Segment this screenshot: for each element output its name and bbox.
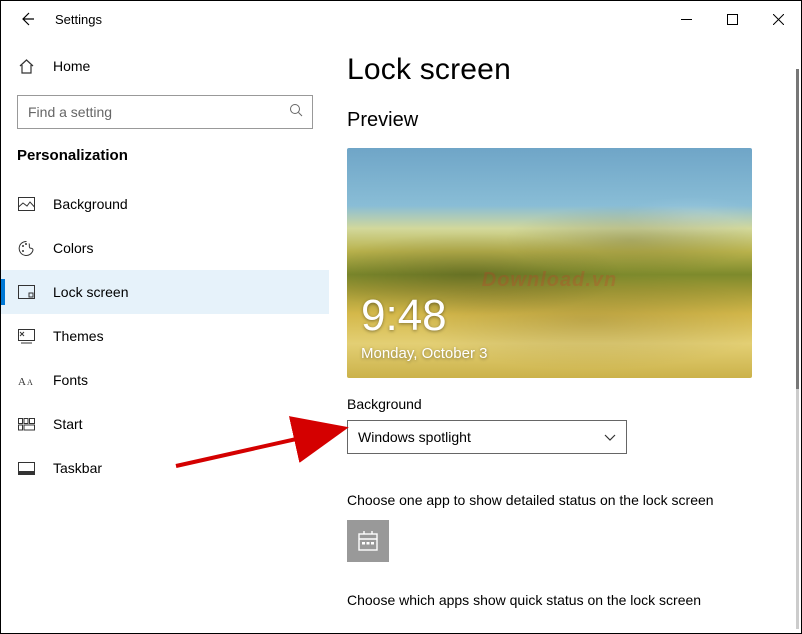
background-dropdown[interactable]: Windows spotlight: [347, 420, 627, 454]
window-controls: [663, 3, 801, 35]
content-pane: Lock screen Preview 9:48 Download.vn Mon…: [329, 37, 801, 633]
themes-icon: [17, 327, 35, 345]
picture-icon: [17, 195, 35, 213]
sidebar-item-lockscreen[interactable]: Lock screen: [1, 270, 329, 314]
minimize-icon: [681, 14, 692, 25]
close-icon: [773, 14, 784, 25]
sidebar-item-label: Lock screen: [53, 284, 128, 300]
background-label: Background: [347, 396, 779, 412]
sidebar-item-fonts[interactable]: AA Fonts: [1, 358, 329, 402]
arrow-left-icon: [19, 11, 35, 27]
start-icon: [17, 415, 35, 433]
sidebar-item-start[interactable]: Start: [1, 402, 329, 446]
preview-date: Monday, October 3: [361, 345, 487, 362]
preview-time: 9:48: [361, 294, 447, 338]
chevron-down-icon: [604, 429, 616, 445]
svg-text:A: A: [27, 378, 33, 387]
preview-heading: Preview: [347, 109, 779, 132]
sidebar-item-label: Colors: [53, 240, 93, 256]
titlebar: Settings: [1, 1, 801, 37]
sidebar: Home Personalization Background Colors: [1, 37, 329, 633]
sidebar-item-label: Themes: [53, 328, 104, 344]
sidebar-item-background[interactable]: Background: [1, 182, 329, 226]
svg-text:A: A: [18, 376, 26, 387]
page-title: Lock screen: [347, 53, 779, 87]
search-icon: [289, 103, 304, 121]
sidebar-item-colors[interactable]: Colors: [1, 226, 329, 270]
back-button[interactable]: [15, 7, 39, 31]
scrollbar-thumb[interactable]: [796, 69, 799, 389]
sidebar-section-title: Personalization: [1, 147, 329, 182]
sidebar-item-label: Taskbar: [53, 460, 102, 476]
sidebar-item-themes[interactable]: Themes: [1, 314, 329, 358]
sidebar-item-label: Start: [53, 416, 83, 432]
lockscreen-icon: [17, 283, 35, 301]
window-title: Settings: [55, 12, 102, 27]
calendar-icon: [357, 530, 379, 552]
close-button[interactable]: [755, 3, 801, 35]
sidebar-home-label: Home: [53, 58, 90, 74]
background-value: Windows spotlight: [358, 429, 471, 445]
maximize-button[interactable]: [709, 3, 755, 35]
maximize-icon: [727, 14, 738, 25]
detailed-status-app-tile[interactable]: [347, 520, 389, 562]
fonts-icon: AA: [17, 371, 35, 389]
quick-status-label: Choose which apps show quick status on t…: [347, 592, 779, 608]
sidebar-item-label: Background: [53, 196, 128, 212]
taskbar-icon: [17, 459, 35, 477]
sidebar-home[interactable]: Home: [1, 47, 329, 85]
sidebar-item-taskbar[interactable]: Taskbar: [1, 446, 329, 490]
minimize-button[interactable]: [663, 3, 709, 35]
sidebar-item-label: Fonts: [53, 372, 88, 388]
preview-landscape: [347, 148, 752, 378]
lockscreen-preview: 9:48 Download.vn Monday, October 3: [347, 148, 752, 378]
main-area: Home Personalization Background Colors: [1, 37, 801, 633]
detailed-status-label: Choose one app to show detailed status o…: [347, 492, 779, 508]
search-input[interactable]: [28, 104, 289, 120]
home-icon: [17, 57, 35, 75]
palette-icon: [17, 239, 35, 257]
search-input-wrapper[interactable]: [17, 95, 313, 129]
